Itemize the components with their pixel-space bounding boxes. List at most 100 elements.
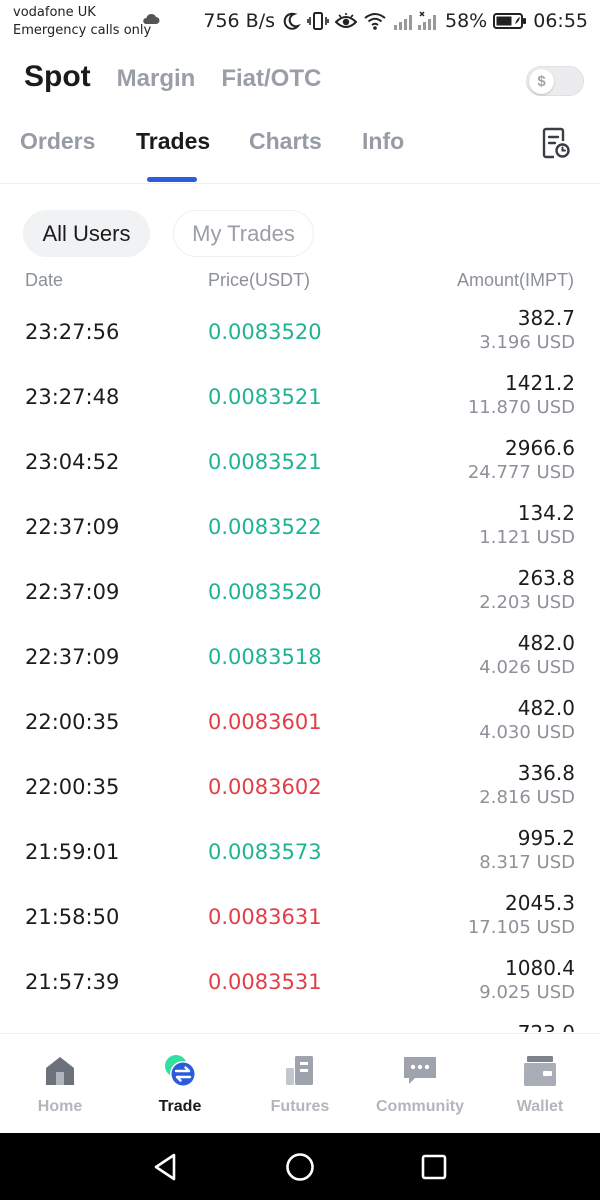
trade-time: 21:59:01	[25, 840, 120, 864]
trade-row: 22:00:35 0.0083602 336.8 2.816 USD	[0, 755, 600, 820]
nav-community-label: Community	[376, 1098, 464, 1115]
battery-percent: 58%	[445, 10, 488, 32]
nav-home[interactable]: Home	[0, 1034, 120, 1134]
trade-price: 0.0083601	[208, 710, 322, 734]
carrier-info: vodafone UK Emergency calls only	[13, 4, 151, 40]
trade-usd-value: 11.870 USD	[467, 397, 575, 418]
community-icon	[404, 1057, 436, 1084]
home-icon	[46, 1057, 74, 1085]
cloud-icon	[143, 13, 160, 24]
trade-usd-value: 8.317 USD	[479, 852, 575, 873]
recents-icon[interactable]	[418, 1151, 450, 1183]
active-tab-indicator	[147, 177, 197, 182]
tab-spot[interactable]: Spot	[24, 60, 91, 94]
trade-amount: 382.7	[517, 306, 575, 330]
trade-amount: 995.2	[517, 826, 575, 850]
trade-row: 22:37:09 0.0083520 263.8 2.203 USD	[0, 560, 600, 625]
trade-time: 23:27:48	[25, 385, 120, 409]
tab-orders[interactable]: Orders	[20, 128, 95, 155]
back-icon[interactable]	[150, 1151, 182, 1183]
trade-price: 0.0083522	[208, 515, 322, 539]
trade-row: 23:27:48 0.0083521 1421.2 11.870 USD	[0, 365, 600, 430]
trade-amount: 723.0	[518, 1021, 575, 1032]
trade-row: 22:37:09 0.0083518 482.0 4.026 USD	[0, 625, 600, 690]
tabs-divider	[0, 183, 600, 184]
trade-time: 22:00:35	[25, 775, 120, 799]
trade-row: 21:58:50 0.0083631 2045.3 17.105 USD	[0, 885, 600, 950]
trade-price: 0.0083531	[208, 970, 322, 994]
tab-trades[interactable]: Trades	[136, 128, 210, 155]
trade-time: 21:57:39	[25, 970, 120, 994]
trade-time: 22:37:09	[25, 515, 120, 539]
column-header-date: Date	[25, 270, 64, 290]
trades-list-content: 23:27:56 0.0083520 382.7 3.196 USD 23:27:48 0…	[0, 304, 600, 1032]
trade-row: 21:59:01 0.0083573 995.2 8.317 USD	[0, 820, 600, 885]
trade-usd-value: 9.025 USD	[479, 982, 575, 1003]
trade-amount: 1421.2	[505, 371, 575, 395]
currency-toggle[interactable]: $	[526, 66, 584, 96]
futures-icon	[286, 1056, 313, 1085]
trade-time: 22:37:09	[25, 645, 120, 669]
nav-trade[interactable]: Trade	[120, 1034, 240, 1134]
trade-amount: 482.0	[517, 696, 575, 720]
trade-row: 23:27:56 0.0083520 382.7 3.196 USD	[0, 304, 600, 365]
dollar-icon: $	[529, 69, 554, 94]
trade-usd-value: 2.203 USD	[479, 592, 575, 613]
trade-row: 21:57:39 0.0083531 1080.4 9.025 USD	[0, 950, 600, 1015]
filter-my-trades[interactable]: My Trades	[173, 210, 314, 257]
trade-amount: 482.0	[517, 631, 575, 655]
trade-amount: 1080.4	[505, 956, 575, 980]
trade-row: 21:56:100.0083567723.0	[0, 1015, 600, 1032]
trade-amount: 134.2	[517, 501, 575, 525]
trade-amount: 2045.3	[505, 891, 575, 915]
market-type-tabs: Spot Margin Fiat/OTC	[24, 60, 321, 100]
trades-list[interactable]: 23:27:56 0.0083520 382.7 3.196 USD 23:27:48 0…	[0, 304, 600, 1032]
nav-futures[interactable]: Futures	[240, 1034, 360, 1134]
trade-usd-value: 17.105 USD	[467, 917, 575, 938]
trade-price: 0.0083520	[208, 580, 322, 604]
tab-info[interactable]: Info	[362, 128, 404, 155]
trade-row: 22:37:09 0.0083522 134.2 1.121 USD	[0, 495, 600, 560]
carrier-name: vodafone UK	[13, 5, 96, 20]
trade-usd-value: 3.196 USD	[479, 332, 575, 353]
system-nav-bar	[0, 1133, 600, 1200]
wifi-icon	[364, 13, 386, 30]
moon-icon	[283, 12, 301, 30]
nav-home-label: Home	[37, 1098, 83, 1115]
trade-price: 0.0083631	[208, 905, 322, 929]
trade-row: 23:04:52 0.0083521 2966.6 24.777 USD	[0, 430, 600, 495]
trade-usd-value: 24.777 USD	[467, 462, 575, 483]
trade-price: 0.0083518	[208, 645, 322, 669]
trade-price: 0.0083521	[208, 450, 322, 474]
trade-price: 0.0083521	[208, 385, 322, 409]
tab-charts[interactable]: Charts	[249, 128, 322, 155]
trade-price: 0.0083520	[208, 320, 322, 344]
trade-time: 23:04:52	[25, 450, 120, 474]
eye-icon	[335, 13, 357, 28]
tab-margin[interactable]: Margin	[117, 65, 196, 93]
trade-usd-value: 4.030 USD	[479, 722, 575, 743]
filter-all-users[interactable]: All Users	[23, 210, 150, 257]
vibrate-icon	[307, 12, 329, 30]
wallet-icon	[524, 1056, 556, 1086]
trade-amount: 2966.6	[505, 436, 575, 460]
home-circle-icon[interactable]	[284, 1151, 316, 1183]
toggle-symbol: $	[537, 73, 546, 90]
trade-time: 23:27:56	[25, 320, 120, 344]
status-bar: vodafone UK Emergency calls only 756 B/s…	[0, 0, 600, 44]
trade-usd-value: 1.121 USD	[479, 527, 575, 548]
trade-usd-value: 2.816 USD	[479, 787, 575, 808]
bottom-nav: Home Trade Futures Community Wallet	[0, 1033, 600, 1133]
trade-price: 0.0083573	[208, 840, 322, 864]
order-history-icon[interactable]	[541, 127, 571, 159]
nav-wallet[interactable]: Wallet	[480, 1034, 600, 1134]
status-icons: 756 B/s 58% 06:55	[203, 8, 588, 34]
nav-trade-label: Trade	[158, 1098, 202, 1115]
nav-community[interactable]: Community	[360, 1034, 480, 1134]
tab-fiat-otc[interactable]: Fiat/OTC	[221, 65, 321, 93]
trade-row: 22:00:35 0.0083601 482.0 4.030 USD	[0, 690, 600, 755]
carrier-status: Emergency calls only	[13, 23, 152, 38]
trade-time: 22:37:09	[25, 580, 120, 604]
trade-usd-value: 4.026 USD	[479, 657, 575, 678]
column-header-price: Price(USDT)	[208, 270, 310, 290]
